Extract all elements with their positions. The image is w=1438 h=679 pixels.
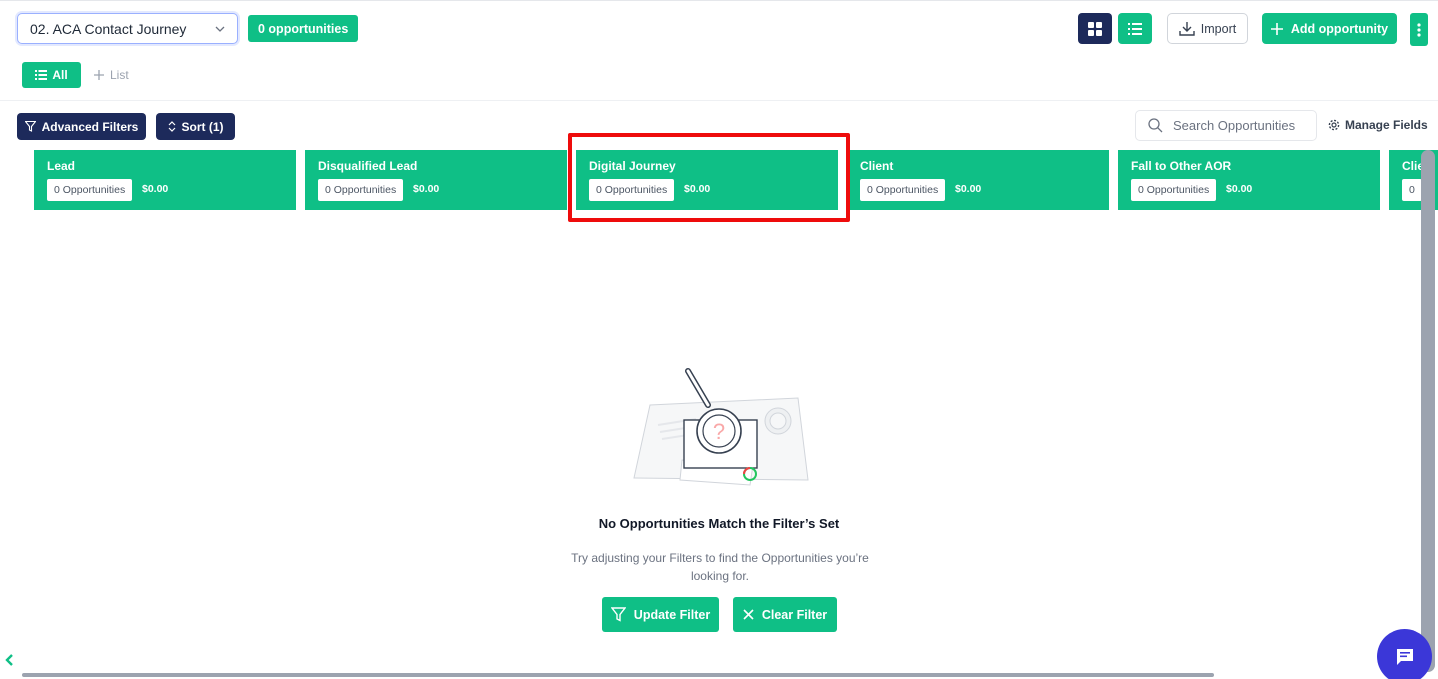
- grid-view-button[interactable]: [1078, 13, 1112, 44]
- clear-filter-label: Clear Filter: [761, 607, 828, 622]
- chevron-left-icon[interactable]: [3, 653, 19, 673]
- stage-amount: $0.00: [142, 183, 169, 195]
- plus-icon: [1270, 22, 1283, 35]
- chat-icon: [1396, 648, 1413, 665]
- svg-text:?: ?: [713, 419, 725, 444]
- stage-count-chip: 0 Opportunities: [860, 179, 946, 201]
- stage-column-disqualified-lead[interactable]: Disqualified Lead 0 Opportunities $0.00: [305, 150, 567, 210]
- filter-icon: [610, 607, 626, 622]
- chevron-down-icon: [215, 23, 225, 35]
- list-icon: [35, 70, 48, 80]
- grid-icon: [1088, 21, 1102, 36]
- stage-count-chip: 0: [1402, 179, 1422, 201]
- stage-name: Client: [860, 159, 894, 173]
- gear-icon: [1328, 119, 1340, 131]
- add-list-label: List: [110, 68, 129, 82]
- sort-button[interactable]: Sort (1): [156, 113, 235, 140]
- stage-column-client[interactable]: Client 0 Opportunities $0.00: [847, 150, 1109, 210]
- list-view-button[interactable]: [1118, 13, 1152, 44]
- stage-count-chip: 0 Opportunities: [47, 179, 133, 201]
- digital-journey-highlight-box: [568, 133, 850, 222]
- sort-label: Sort (1): [181, 119, 224, 134]
- sort-icon: [168, 121, 175, 132]
- add-opportunity-button[interactable]: Add opportunity: [1262, 13, 1397, 44]
- list-icon: [1128, 22, 1142, 35]
- stage-column-lead[interactable]: Lead 0 Opportunities $0.00: [34, 150, 296, 210]
- vertical-scrollbar[interactable]: [1421, 150, 1435, 672]
- tab-all[interactable]: All: [22, 62, 81, 88]
- pipeline-select[interactable]: 02. ACA Contact Journey: [17, 13, 238, 44]
- stage-name: Disqualified Lead: [318, 159, 418, 173]
- kebab-icon: [1417, 22, 1421, 37]
- update-filter-label: Update Filter: [633, 607, 711, 622]
- stage-amount: $0.00: [413, 183, 440, 195]
- download-icon: [1179, 22, 1195, 36]
- plus-icon: [94, 70, 104, 80]
- close-icon: [743, 609, 754, 620]
- search-icon: [1148, 118, 1163, 133]
- chat-widget-button[interactable]: [1377, 629, 1432, 679]
- advanced-filters-label: Advanced Filters: [41, 119, 139, 134]
- stage-amount: $0.00: [955, 183, 982, 195]
- opportunity-count-badge: 0 opportunities: [248, 15, 359, 42]
- empty-state-title: No Opportunities Match the Filter’s Set: [598, 516, 840, 531]
- search-opportunities-field[interactable]: [1135, 110, 1317, 141]
- search-opportunities-input[interactable]: [1173, 118, 1303, 133]
- add-opportunity-label: Add opportunity: [1290, 21, 1389, 36]
- manage-fields-button[interactable]: Manage Fields: [1328, 118, 1428, 132]
- stage-name: Fall to Other AOR: [1131, 159, 1232, 173]
- pipeline-select-value: 02. ACA Contact Journey: [30, 20, 187, 37]
- add-list-tab[interactable]: List: [94, 62, 129, 88]
- more-options-button[interactable]: [1410, 13, 1428, 46]
- tab-all-label: All: [52, 68, 68, 82]
- horizontal-scrollbar[interactable]: [22, 673, 1214, 677]
- empty-state-illustration: ?: [628, 365, 813, 495]
- advanced-filters-button[interactable]: Advanced Filters: [17, 113, 146, 140]
- stage-name: Lead: [47, 159, 76, 173]
- clear-filter-button[interactable]: Clear Filter: [733, 597, 837, 632]
- filter-icon: [24, 121, 36, 132]
- import-button[interactable]: Import: [1167, 13, 1248, 44]
- top-toolbar: 02. ACA Contact Journey 0 opportunities …: [0, 0, 1438, 100]
- empty-state-description: Try adjusting your Filters to find the O…: [571, 551, 869, 583]
- import-label: Import: [1200, 21, 1237, 36]
- stage-count-chip: 0 Opportunities: [1131, 179, 1217, 201]
- update-filter-button[interactable]: Update Filter: [602, 597, 719, 632]
- stage-column-fall-to-other-aor[interactable]: Fall to Other AOR 0 Opportunities $0.00: [1118, 150, 1380, 210]
- manage-fields-label: Manage Fields: [1345, 118, 1428, 132]
- stage-count-chip: 0 Opportunities: [318, 179, 404, 201]
- stage-amount: $0.00: [1226, 183, 1253, 195]
